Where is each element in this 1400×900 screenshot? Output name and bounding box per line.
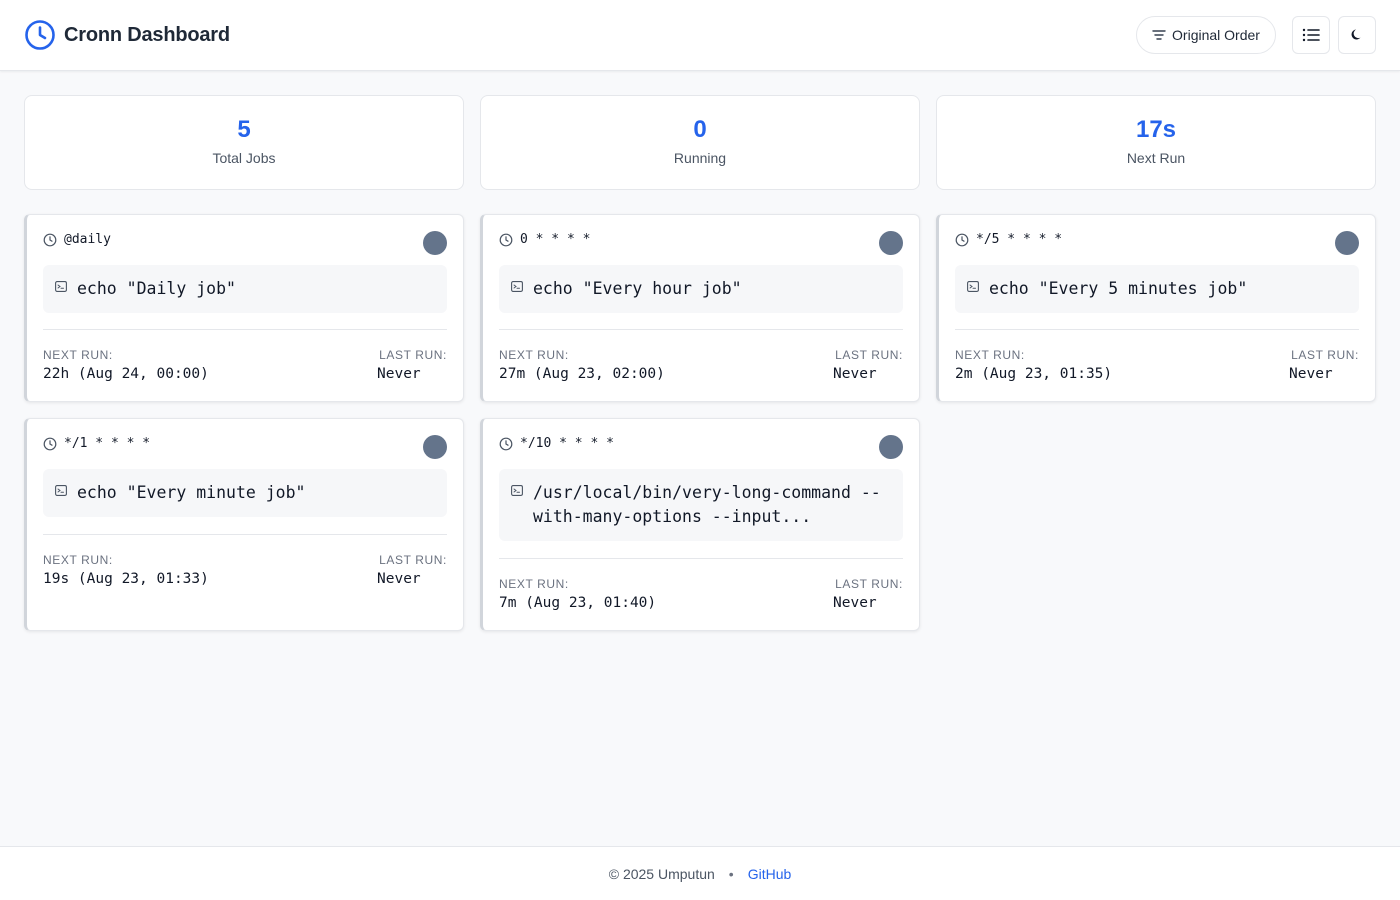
moon-icon: [1351, 29, 1361, 40]
next-run-value: 22h (Aug 24, 00:00): [43, 366, 209, 382]
job-schedule: */1 * * * *: [43, 436, 150, 451]
last-run-label: LAST RUN:: [835, 348, 903, 362]
status-indicator: [423, 231, 447, 255]
footer-separator: •: [728, 865, 734, 882]
footer-copyright: © 2025 Umputun: [608, 865, 715, 882]
last-run-label: LAST RUN:: [1291, 348, 1359, 362]
command-text: echo "Every minute job": [77, 483, 306, 502]
stat-label: Next Run: [1126, 150, 1186, 166]
stat-value: 5: [237, 116, 251, 143]
clock-icon: [499, 437, 513, 450]
sort-lines-icon: [1152, 30, 1166, 40]
github-link[interactable]: GitHub: [748, 866, 792, 882]
list-view-button[interactable]: [1292, 16, 1330, 54]
divider: [499, 558, 903, 559]
stat-running: 0 Running: [480, 95, 920, 190]
schedule-text: */1 * * * *: [64, 436, 151, 451]
last-run-value: Never: [377, 366, 421, 382]
job-command: echo "Every minute job": [43, 469, 447, 517]
sort-order-button[interactable]: Original Order: [1136, 16, 1276, 54]
next-run-value: 27m (Aug 23, 02:00): [499, 366, 665, 382]
last-run-label: LAST RUN:: [379, 348, 447, 362]
next-run-value: 19s (Aug 23, 01:33): [43, 571, 209, 587]
schedule-text: 0 * * * *: [520, 232, 591, 247]
clock-icon: [955, 233, 969, 246]
terminal-icon: [55, 281, 67, 292]
job-command: echo "Every 5 minutes job": [955, 265, 1359, 313]
job-command: echo "Daily job": [43, 265, 447, 313]
job-schedule: @daily: [43, 232, 111, 247]
divider: [43, 534, 447, 535]
next-run-label: NEXT RUN:: [499, 348, 569, 362]
theme-toggle-button[interactable]: [1338, 16, 1376, 54]
sort-order-label: Original Order: [1172, 27, 1260, 43]
job-command: echo "Every hour job": [499, 265, 903, 313]
next-run-label: NEXT RUN:: [43, 348, 113, 362]
page-title: Cronn Dashboard: [64, 23, 230, 46]
terminal-icon: [511, 485, 523, 496]
stat-label: Running: [673, 150, 727, 166]
job-card[interactable]: */10 * * * * /usr/local/bin/very-long-co…: [480, 418, 920, 631]
last-run-value: Never: [1289, 366, 1333, 382]
command-text: echo "Every 5 minutes job": [989, 279, 1248, 298]
last-run-value: Never: [377, 571, 421, 587]
divider: [499, 329, 903, 330]
schedule-text: */10 * * * *: [520, 436, 614, 451]
last-run-label: LAST RUN:: [379, 553, 447, 567]
status-indicator: [423, 435, 447, 459]
schedule-text: */5 * * * *: [976, 232, 1063, 247]
clock-icon: [43, 437, 57, 450]
job-schedule: 0 * * * *: [499, 232, 590, 247]
command-text: echo "Daily job": [77, 279, 236, 298]
job-card[interactable]: */5 * * * * echo "Every 5 minutes job" N…: [936, 214, 1376, 402]
terminal-icon: [967, 281, 979, 292]
last-run-label: LAST RUN:: [835, 577, 903, 591]
last-run-value: Never: [833, 595, 877, 611]
stat-label: Total Jobs: [212, 150, 276, 166]
next-run-label: NEXT RUN:: [499, 577, 569, 591]
next-run-value: 2m (Aug 23, 01:35): [955, 366, 1113, 382]
stat-total-jobs: 5 Total Jobs: [24, 95, 464, 190]
divider: [955, 329, 1359, 330]
terminal-icon: [55, 485, 67, 496]
next-run-label: NEXT RUN:: [43, 553, 113, 567]
clock-icon: [499, 233, 513, 246]
brand: Cronn Dashboard: [24, 19, 230, 51]
clock-icon: [43, 233, 57, 246]
next-run-value: 7m (Aug 23, 01:40): [499, 595, 657, 611]
list-view-icon: [1302, 28, 1320, 42]
job-schedule: */10 * * * *: [499, 436, 614, 451]
job-card[interactable]: 0 * * * * echo "Every hour job" NEXT RUN…: [480, 214, 920, 402]
job-schedule: */5 * * * *: [955, 232, 1062, 247]
job-command: /usr/local/bin/very-long-command --with-…: [499, 469, 903, 541]
command-text: echo "Every hour job": [533, 279, 742, 298]
status-indicator: [879, 435, 903, 459]
clock-icon: [25, 20, 55, 50]
last-run-value: Never: [833, 366, 877, 382]
stat-next-run: 17s Next Run: [936, 95, 1376, 190]
terminal-icon: [511, 281, 523, 292]
job-card[interactable]: */1 * * * * echo "Every minute job" NEXT…: [24, 418, 464, 631]
next-run-label: NEXT RUN:: [955, 348, 1025, 362]
app-footer: © 2025 Umputun • GitHub: [0, 846, 1400, 900]
app-header: Cronn Dashboard Original Order: [0, 0, 1400, 71]
divider: [43, 329, 447, 330]
schedule-text: @daily: [64, 232, 111, 247]
status-indicator: [879, 231, 903, 255]
stat-value: 17s: [1135, 116, 1177, 143]
stat-value: 0: [693, 116, 707, 143]
command-text: /usr/local/bin/very-long-command --with-…: [533, 483, 881, 526]
job-card[interactable]: @daily echo "Daily job" NEXT RUN: 22h (A…: [24, 214, 464, 402]
status-indicator: [1335, 231, 1359, 255]
